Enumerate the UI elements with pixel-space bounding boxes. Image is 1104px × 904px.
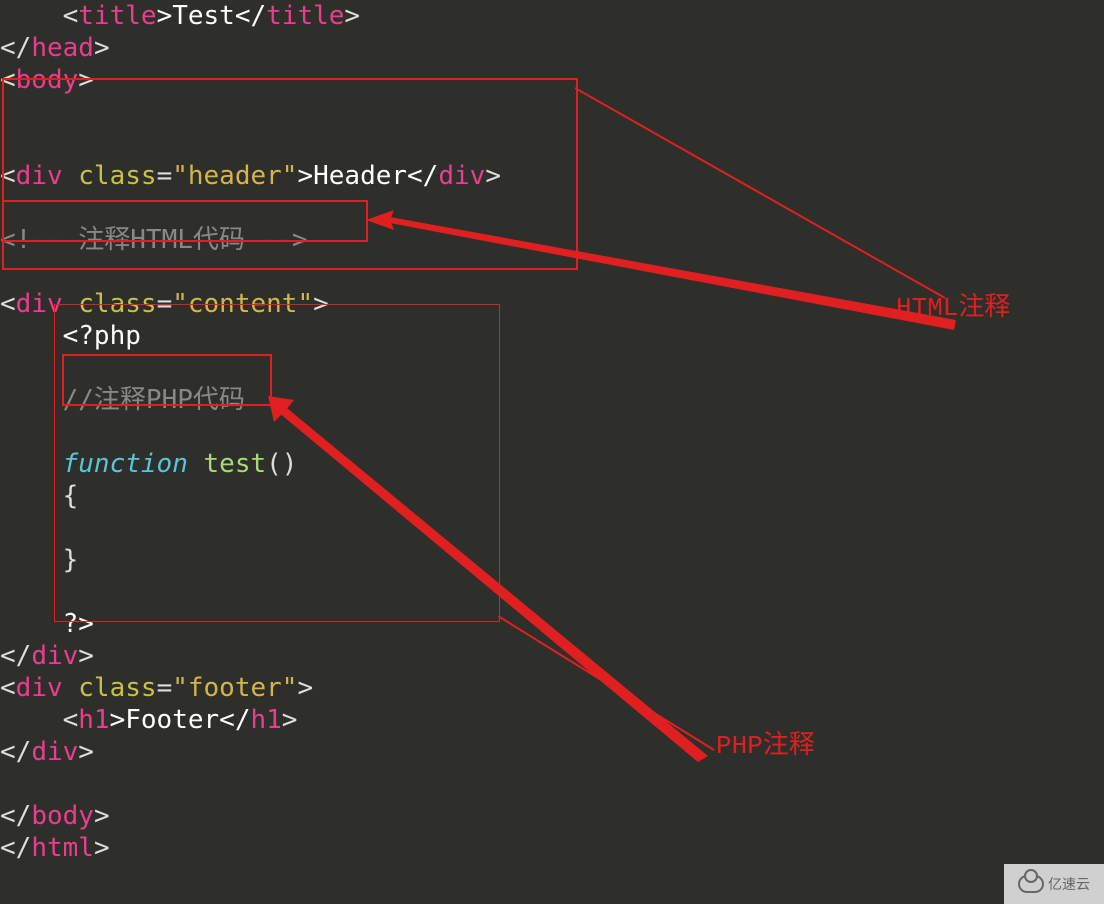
code-line: </body> <box>0 801 110 831</box>
label-php-comment: PHP注释 <box>716 724 815 761</box>
code-line: </div> <box>0 737 94 767</box>
code-line <box>0 257 16 287</box>
code-line: </div> <box>0 641 94 671</box>
code-line: </html> <box>0 833 110 863</box>
code-line-php-comment: //注释PHP代码 <box>0 385 245 415</box>
code-line: </head> <box>0 33 110 63</box>
code-line: <title>Test</title> <box>0 1 360 31</box>
code-line <box>0 417 16 447</box>
code-line <box>0 129 16 159</box>
code-line: <div class="footer"> <box>0 673 313 703</box>
code-line: <body> <box>0 65 94 95</box>
code-line-html-comment: <!-- 注释HTML代码 --> <box>0 225 308 255</box>
text-title: >Test</ <box>157 1 267 31</box>
label-html-comment: HTML注释 <box>896 286 1010 323</box>
code-line: { <box>0 481 78 511</box>
code-line <box>0 193 16 223</box>
code-block: <title>Test</title> </head> <body> <div … <box>0 0 1104 864</box>
code-line: <?php <box>0 321 141 351</box>
text-footer: >Footer</ <box>110 705 251 735</box>
code-line: <div class="header">Header</div> <box>0 161 501 191</box>
code-line: <div class="content"> <box>0 289 329 319</box>
text-header: >Header</ <box>297 161 438 191</box>
code-line: ?> <box>0 609 94 639</box>
watermark-badge: 亿速云 <box>1004 864 1104 904</box>
code-line <box>0 513 16 543</box>
code-line: <h1>Footer</h1> <box>0 705 297 735</box>
code-line <box>0 353 16 383</box>
code-line: function test() <box>0 449 297 479</box>
code-line: } <box>0 545 78 575</box>
cloud-icon <box>1018 875 1044 893</box>
code-line <box>0 97 16 127</box>
code-line <box>0 769 16 799</box>
code-line <box>0 577 16 607</box>
watermark-text: 亿速云 <box>1048 874 1090 894</box>
